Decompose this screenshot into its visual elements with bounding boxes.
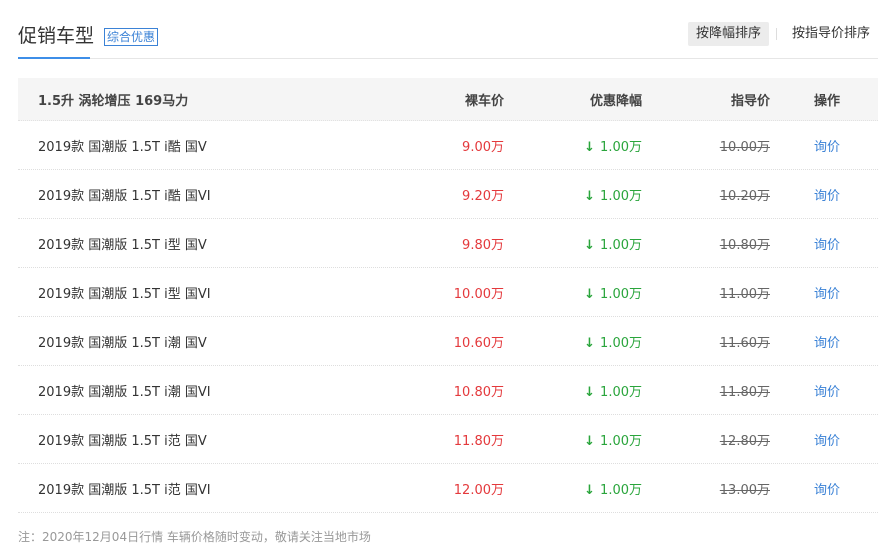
section-header: 促销车型 综合优惠 按降幅排序 按指导价排序 — [18, 18, 878, 59]
discount-value: 1.00万 — [600, 139, 642, 155]
table-row: 2019款 国潮版 1.5T i范 国V 11.80万 ↓ 1.00万 12.80… — [18, 415, 878, 464]
title-underline — [18, 57, 90, 59]
title-area: 促销车型 综合优惠 — [18, 18, 159, 58]
table-header: 1.5升 涡轮增压 169马力 裸车价 优惠降幅 指导价 操作 — [18, 78, 878, 121]
bare-price: 9.20万 — [462, 188, 504, 204]
bare-price: 9.00万 — [462, 139, 504, 155]
sort-by-guide-price-button[interactable]: 按指导价排序 — [784, 22, 878, 46]
guide-price: 10.00万 — [719, 139, 770, 155]
table-row: 2019款 国潮版 1.5T i酷 国VI 9.20万 ↓ 1.00万 10.20… — [18, 170, 878, 219]
bare-price: 10.00万 — [453, 286, 504, 302]
promo-table: 1.5升 涡轮增压 169马力 裸车价 优惠降幅 指导价 操作 2019款 国潮… — [18, 78, 878, 513]
inquire-link[interactable]: 询价 — [770, 136, 840, 155]
model-name: 2019款 国潮版 1.5T i潮 国V — [38, 335, 207, 351]
col-header-price: 裸车价 — [464, 93, 504, 109]
col-header-action: 操作 — [813, 93, 840, 109]
discount-value: 1.00万 — [600, 482, 642, 498]
promo-type-tag: 综合优惠 — [104, 28, 159, 46]
guide-price: 11.60万 — [719, 335, 770, 351]
model-name: 2019款 国潮版 1.5T i型 国V — [38, 237, 207, 253]
inquire-link[interactable]: 询价 — [770, 430, 840, 449]
bare-price: 10.80万 — [453, 384, 504, 400]
table-row: 2019款 国潮版 1.5T i型 国VI 10.00万 ↓ 1.00万 11.0… — [18, 268, 878, 317]
discount-cell: ↓ 1.00万 — [504, 430, 642, 449]
price-disclaimer: 注：2020年12月04日行情 车辆价格随时变动，敬请关注当地市场 — [18, 530, 371, 544]
table-row: 2019款 国潮版 1.5T i酷 国V 9.00万 ↓ 1.00万 10.00万… — [18, 121, 878, 170]
discount-value: 1.00万 — [600, 188, 642, 204]
sort-divider — [775, 28, 777, 40]
bare-price: 11.80万 — [453, 433, 504, 449]
inquire-link[interactable]: 询价 — [770, 185, 840, 204]
table-row: 2019款 国潮版 1.5T i潮 国VI 10.80万 ↓ 1.00万 11.8… — [18, 366, 878, 415]
guide-price: 13.00万 — [719, 482, 770, 498]
guide-price: 12.80万 — [719, 433, 770, 449]
col-header-discount: 优惠降幅 — [589, 93, 642, 109]
bare-price: 10.60万 — [453, 335, 504, 351]
discount-cell: ↓ 1.00万 — [504, 479, 642, 498]
down-arrow-icon: ↓ — [584, 482, 596, 498]
down-arrow-icon: ↓ — [584, 286, 596, 302]
discount-cell: ↓ 1.00万 — [504, 283, 642, 302]
section-title: 促销车型 — [18, 25, 95, 47]
discount-value: 1.00万 — [600, 335, 642, 351]
model-name: 2019款 国潮版 1.5T i酷 国V — [38, 139, 207, 155]
down-arrow-icon: ↓ — [584, 139, 596, 155]
guide-price: 11.80万 — [719, 384, 770, 400]
down-arrow-icon: ↓ — [584, 433, 596, 449]
inquire-link[interactable]: 询价 — [770, 479, 840, 498]
discount-value: 1.00万 — [600, 384, 642, 400]
discount-cell: ↓ 1.00万 — [504, 234, 642, 253]
sort-by-discount-button[interactable]: 按降幅排序 — [687, 22, 769, 46]
inquire-link[interactable]: 询价 — [770, 332, 840, 351]
guide-price: 10.20万 — [719, 188, 770, 204]
inquire-link[interactable]: 询价 — [770, 381, 840, 400]
bare-price: 9.80万 — [462, 237, 504, 253]
table-row: 2019款 国潮版 1.5T i范 国VI 12.00万 ↓ 1.00万 13.0… — [18, 464, 878, 513]
model-name: 2019款 国潮版 1.5T i潮 国VI — [38, 384, 211, 400]
inquire-link[interactable]: 询价 — [770, 234, 840, 253]
down-arrow-icon: ↓ — [584, 335, 596, 351]
discount-cell: ↓ 1.00万 — [504, 381, 642, 400]
model-name: 2019款 国潮版 1.5T i型 国VI — [38, 286, 211, 302]
col-header-engine: 1.5升 涡轮增压 169马力 — [38, 93, 189, 109]
down-arrow-icon: ↓ — [584, 237, 596, 253]
discount-value: 1.00万 — [600, 286, 642, 302]
inquire-link[interactable]: 询价 — [770, 283, 840, 302]
guide-price: 11.00万 — [719, 286, 770, 302]
discount-value: 1.00万 — [600, 433, 642, 449]
sort-controls: 按降幅排序 按指导价排序 — [687, 22, 878, 46]
bare-price: 12.00万 — [453, 482, 504, 498]
table-row: 2019款 国潮版 1.5T i型 国V 9.80万 ↓ 1.00万 10.80万… — [18, 219, 878, 268]
model-name: 2019款 国潮版 1.5T i酷 国VI — [38, 188, 211, 204]
model-name: 2019款 国潮版 1.5T i范 国V — [38, 433, 207, 449]
down-arrow-icon: ↓ — [584, 188, 596, 204]
discount-cell: ↓ 1.00万 — [504, 332, 642, 351]
col-header-guide-price: 指导价 — [730, 93, 770, 109]
guide-price: 10.80万 — [719, 237, 770, 253]
discount-cell: ↓ 1.00万 — [504, 136, 642, 155]
down-arrow-icon: ↓ — [584, 384, 596, 400]
table-row: 2019款 国潮版 1.5T i潮 国V 10.60万 ↓ 1.00万 11.60… — [18, 317, 878, 366]
model-name: 2019款 国潮版 1.5T i范 国VI — [38, 482, 211, 498]
discount-value: 1.00万 — [600, 237, 642, 253]
discount-cell: ↓ 1.00万 — [504, 185, 642, 204]
